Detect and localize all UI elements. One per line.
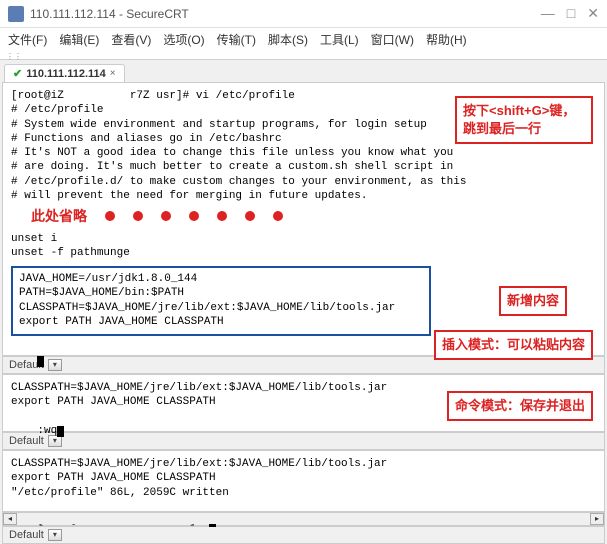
omitted-marker: 此处省略 bbox=[31, 207, 596, 225]
tab-bar: ✔ 110.111.112.114 × bbox=[0, 60, 607, 82]
red-dot-icon bbox=[161, 211, 171, 221]
red-dot-icon bbox=[245, 211, 255, 221]
app-icon bbox=[8, 6, 24, 22]
tab-label: 110.111.112.114 bbox=[26, 68, 106, 80]
tab-close-button[interactable]: × bbox=[110, 68, 116, 79]
window-titlebar: 110.111.112.114 - SecureCRT — □ ✕ bbox=[0, 0, 607, 28]
menu-help[interactable]: 帮助(H) bbox=[422, 29, 471, 50]
menu-file[interactable]: 文件(F) bbox=[4, 29, 51, 50]
window-close-button[interactable]: ✕ bbox=[587, 5, 599, 22]
menu-view[interactable]: 查看(V) bbox=[107, 29, 155, 50]
cursor-block bbox=[57, 426, 64, 437]
red-dot-icon bbox=[273, 211, 283, 221]
annotation-new-content: 新增内容 bbox=[499, 286, 567, 316]
window-maximize-button[interactable]: □ bbox=[567, 5, 575, 22]
window-minimize-button[interactable]: — bbox=[541, 5, 555, 22]
red-dot-icon bbox=[189, 211, 199, 221]
menu-transfer[interactable]: 传输(T) bbox=[213, 29, 260, 50]
terminal-pane-bot[interactable]: CLASSPATH=$JAVA_HOME/jre/lib/ext:$JAVA_H… bbox=[2, 450, 605, 512]
red-dot-icon bbox=[217, 211, 227, 221]
toolbar-grip: ⋮⋮ bbox=[0, 50, 607, 60]
menu-options[interactable]: 选项(O) bbox=[159, 29, 208, 50]
menu-script[interactable]: 脚本(S) bbox=[264, 29, 312, 50]
annotation-command-mode: 命令模式：保存并退出 bbox=[447, 391, 593, 421]
session-tab[interactable]: ✔ 110.111.112.114 × bbox=[4, 64, 125, 82]
red-dot-icon bbox=[133, 211, 143, 221]
cursor-block bbox=[37, 356, 44, 367]
red-dot-icon bbox=[105, 211, 115, 221]
menu-edit[interactable]: 编辑(E) bbox=[55, 29, 103, 50]
horizontal-scrollbar[interactable]: ◂ ▸ bbox=[2, 512, 605, 526]
window-title: 110.111.112.114 - SecureCRT bbox=[30, 7, 541, 21]
menu-window[interactable]: 窗口(W) bbox=[367, 29, 418, 50]
annotation-insert-mode: 插入模式：可以粘贴内容 bbox=[434, 330, 593, 360]
menu-tools[interactable]: 工具(L) bbox=[316, 29, 363, 50]
menubar: 文件(F) 编辑(E) 查看(V) 选项(O) 传输(T) 脚本(S) 工具(L… bbox=[0, 28, 607, 50]
check-icon: ✔ bbox=[13, 67, 22, 80]
annotation-shift-g: 按下<shift+G>键， 跳到最后一行 bbox=[455, 96, 593, 144]
highlighted-block: JAVA_HOME=/usr/jdk1.8.0_144 PATH=$JAVA_H… bbox=[11, 266, 431, 336]
scroll-track[interactable] bbox=[17, 514, 590, 524]
